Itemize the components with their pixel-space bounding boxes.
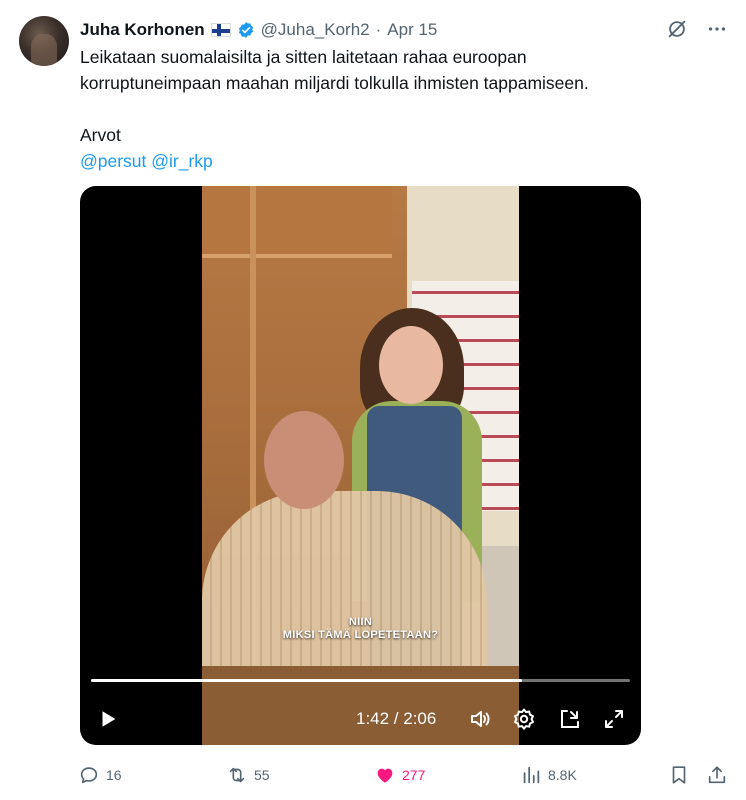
- repost-count: 55: [254, 767, 270, 783]
- settings-icon: [514, 708, 534, 730]
- tweet-top-actions: [666, 18, 728, 40]
- play-icon: [102, 711, 116, 727]
- tweet-text-line: Leikataan suomalaisilta ja sitten laitet…: [80, 47, 527, 67]
- views-icon: [523, 766, 540, 784]
- scene-cabinet: [202, 186, 392, 258]
- fullscreen-icon: [605, 710, 623, 728]
- tweet-text-blank: [80, 96, 710, 122]
- verified-badge-icon: [238, 22, 253, 38]
- tweet-text: Leikataan suomalaisilta ja sitten laitet…: [80, 44, 710, 174]
- fullscreen-button[interactable]: [600, 701, 628, 737]
- like-icon: [377, 768, 393, 783]
- volume-icon: [471, 711, 490, 727]
- video-subtitle-line: MIKSI TÄMÄ LOPETETAAN?: [282, 629, 439, 641]
- tweet-text-line: korruptuneimpaan maahan miljardi tolkull…: [80, 73, 589, 93]
- pip-icon: [561, 710, 579, 728]
- settings-button[interactable]: [510, 701, 538, 737]
- tweet-action-bar: 16 55 277 8.8K: [78, 760, 728, 790]
- grok-icon[interactable]: [666, 18, 688, 40]
- scene-woman-face: [379, 326, 443, 404]
- avatar[interactable]: [19, 16, 69, 66]
- repost-icon: [229, 767, 245, 783]
- play-button[interactable]: [94, 701, 122, 737]
- bookmark-icon: [672, 766, 686, 784]
- repost-button[interactable]: 55: [226, 760, 270, 790]
- tweet-mentions[interactable]: @persut @ir_rkp: [80, 148, 710, 174]
- video-subtitle-line: NIIN: [348, 616, 373, 628]
- author-handle[interactable]: @Juha_Korh2: [261, 20, 370, 40]
- volume-button[interactable]: [466, 701, 494, 737]
- video-progress-fill: [91, 679, 523, 682]
- reply-icon: [80, 767, 98, 784]
- share-icon: [708, 766, 726, 784]
- video-frame[interactable]: [202, 186, 519, 745]
- video-player[interactable]: NIIN MIKSI TÄMÄ LOPETETAAN? 1:42 / 2:06: [80, 186, 641, 745]
- video-progress-bar[interactable]: [91, 679, 630, 682]
- separator-dot: ·: [375, 20, 382, 39]
- like-count: 277: [402, 767, 426, 783]
- views-button[interactable]: 8.8K: [520, 760, 577, 790]
- bookmark-button[interactable]: [668, 760, 690, 790]
- reply-button[interactable]: 16: [78, 760, 122, 790]
- scene-man-head: [264, 411, 344, 509]
- author-name[interactable]: Juha Korhonen: [80, 20, 205, 40]
- video-subtitle: NIIN MIKSI TÄMÄ LOPETETAAN?: [202, 616, 519, 642]
- like-button[interactable]: 277: [374, 760, 425, 790]
- tweet-text-line: Arvot: [80, 125, 121, 145]
- tweet-header: Juha Korhonen @Juha_Korh2 · Apr 15: [80, 18, 437, 42]
- more-icon[interactable]: [706, 18, 728, 40]
- finland-flag-icon: [210, 23, 231, 37]
- video-controls: 1:42 / 2:06: [80, 701, 641, 737]
- pip-button[interactable]: [556, 701, 584, 737]
- tweet-date[interactable]: Apr 15: [387, 20, 437, 40]
- views-count: 8.8K: [548, 767, 577, 783]
- video-time: 1:42 / 2:06: [356, 709, 437, 728]
- reply-count: 16: [106, 767, 122, 783]
- share-button[interactable]: [706, 760, 728, 790]
